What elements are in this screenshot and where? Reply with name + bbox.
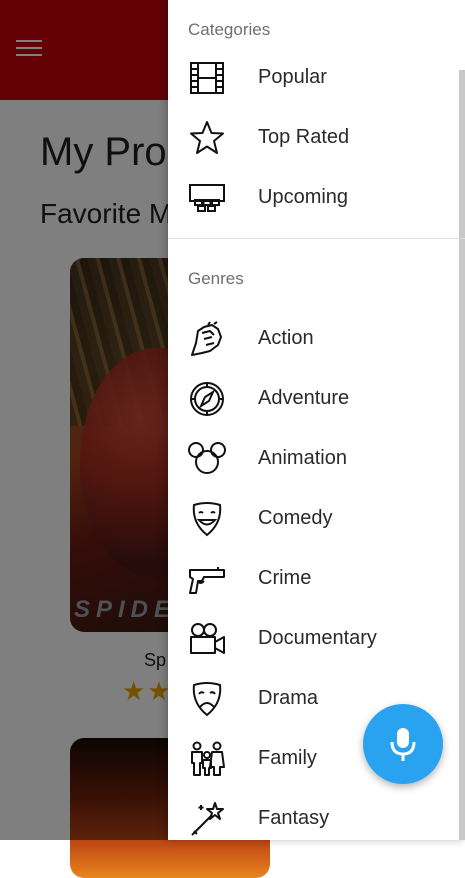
nav-item-label: Fantasy	[258, 807, 330, 829]
nav-item-label: Family	[258, 747, 317, 769]
nav-item-upcoming[interactable]: Upcoming	[168, 168, 465, 228]
film-strip-icon	[188, 60, 226, 96]
star-icon	[188, 120, 226, 156]
pistol-icon	[188, 561, 226, 597]
nav-item-comedy[interactable]: Comedy	[168, 489, 465, 549]
categories-header: Categories	[188, 20, 271, 39]
nav-item-label: Popular	[258, 66, 327, 88]
movie-camera-icon	[188, 621, 226, 657]
nav-item-adventure[interactable]: Adventure	[168, 369, 465, 429]
nav-item-label: Crime	[258, 567, 312, 589]
fist-icon	[188, 321, 226, 357]
nav-item-crime[interactable]: Crime	[168, 549, 465, 609]
genres-header: Genres	[188, 269, 244, 288]
nav-item-label: Comedy	[258, 507, 333, 529]
compass-icon	[188, 381, 226, 417]
comedy-mask-icon	[188, 501, 226, 537]
nav-item-fantasy[interactable]: Fantasy	[168, 789, 465, 849]
microphone-icon	[390, 728, 416, 761]
nav-item-label: Adventure	[258, 387, 350, 409]
nav-item-documentary[interactable]: Documentary	[168, 609, 465, 669]
family-icon	[188, 741, 226, 777]
nav-item-label: Animation	[258, 447, 347, 469]
theater-icon	[188, 180, 226, 216]
nav-item-action[interactable]: Action	[168, 309, 465, 369]
nav-item-label: Drama	[258, 687, 319, 709]
nav-item-label: Upcoming	[258, 186, 349, 208]
nav-item-animation[interactable]: Animation	[168, 429, 465, 489]
nav-item-popular[interactable]: Popular	[168, 48, 465, 108]
magic-wand-icon	[188, 801, 226, 837]
mouse-ears-icon	[188, 441, 226, 477]
nav-item-top-rated[interactable]: Top Rated	[168, 108, 465, 168]
nav-item-label: Documentary	[258, 627, 377, 649]
drama-mask-icon	[188, 681, 226, 717]
drawer-divider	[168, 238, 465, 239]
nav-item-label: Action	[258, 327, 314, 349]
nav-item-label: Top Rated	[258, 126, 350, 148]
voice-search-button[interactable]	[363, 704, 443, 784]
